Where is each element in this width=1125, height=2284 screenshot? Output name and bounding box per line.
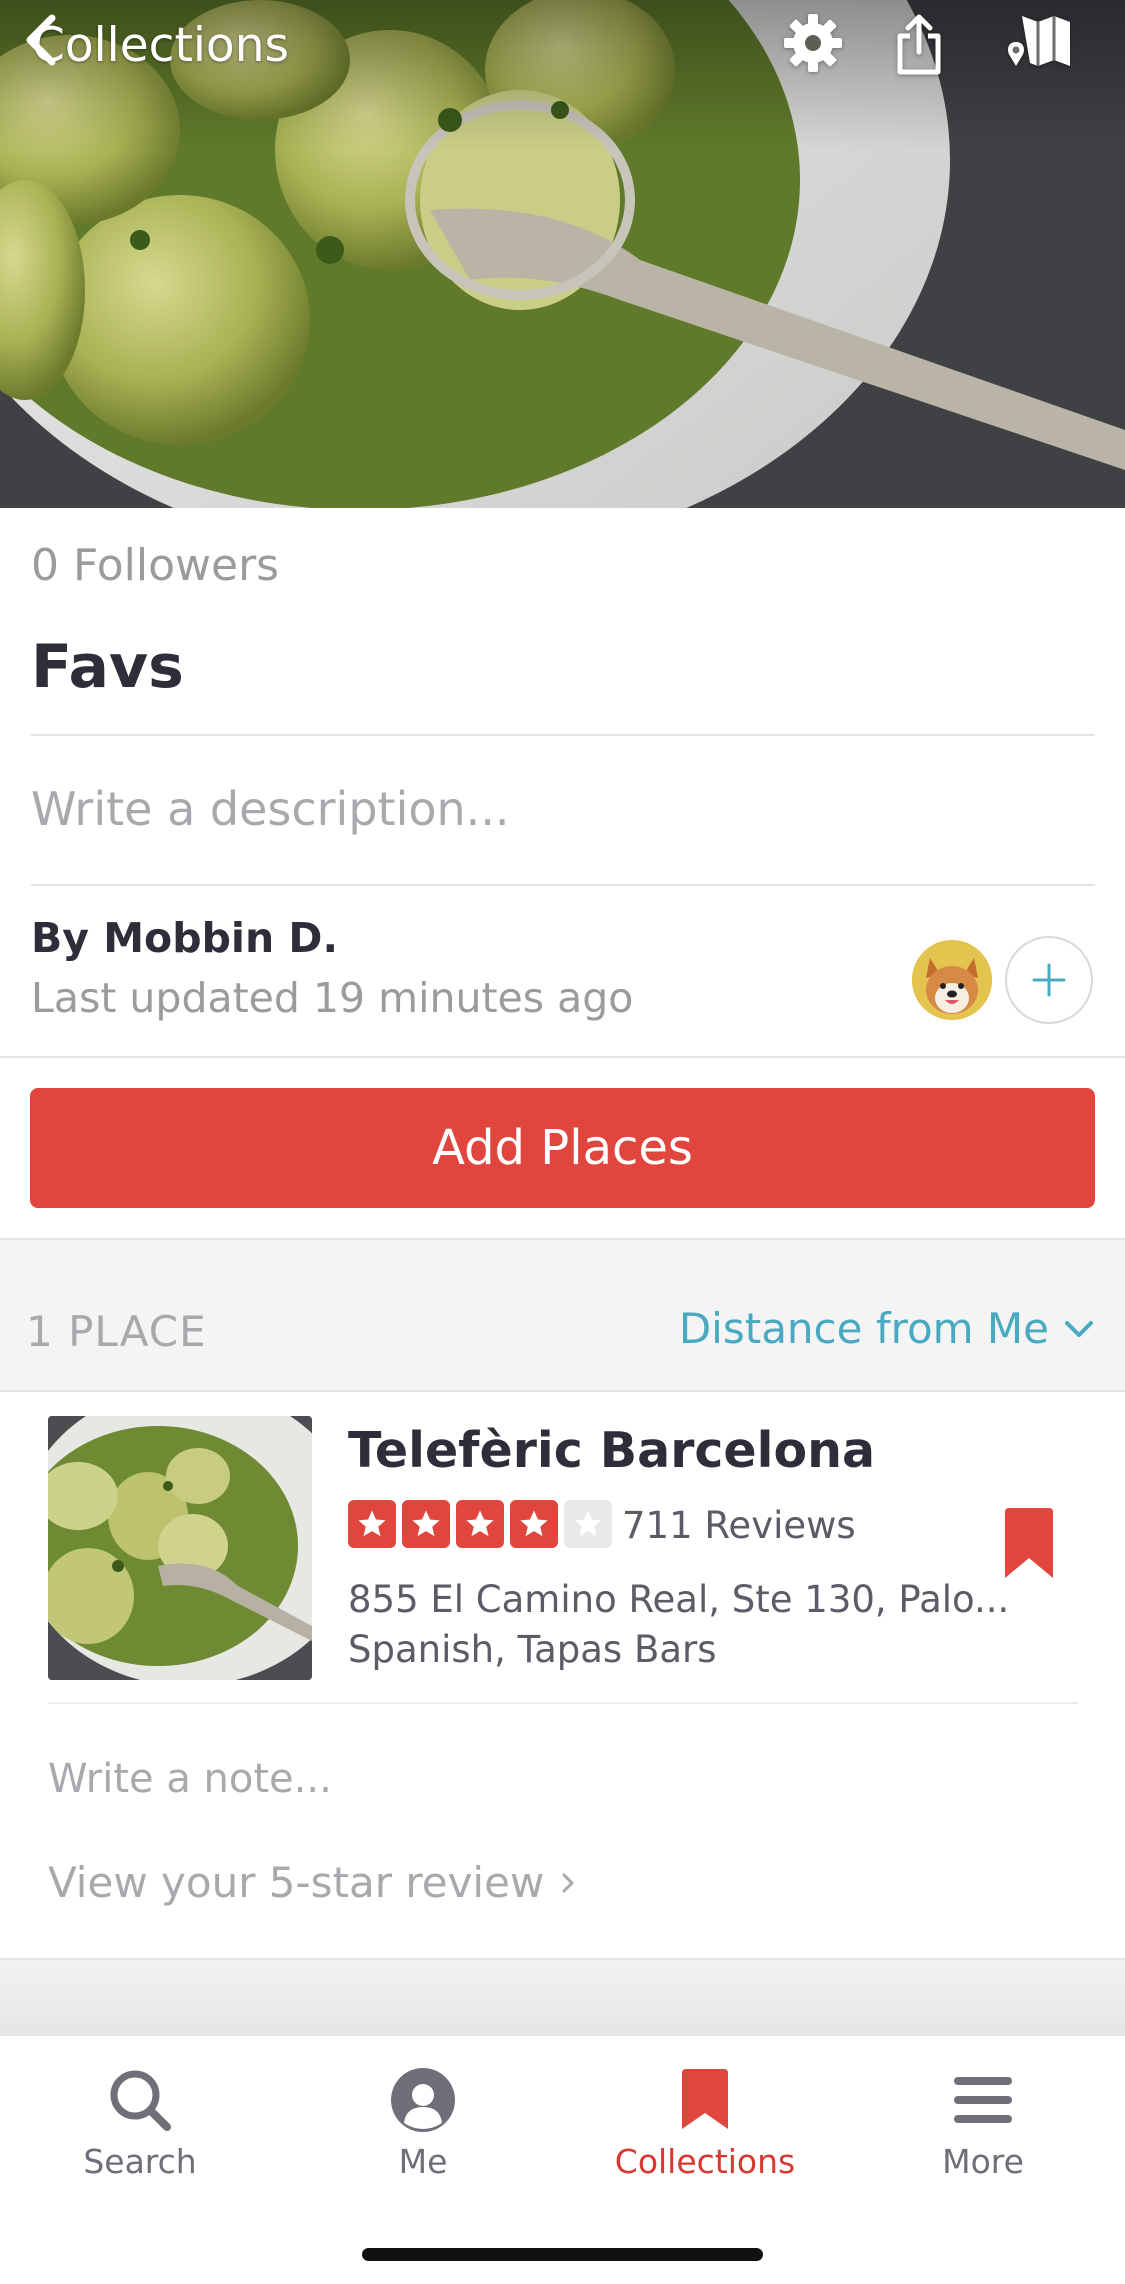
divider <box>0 1056 1125 1058</box>
view-review-label: View your 5-star review <box>48 1858 545 1907</box>
view-review-link[interactable]: View your 5-star review <box>48 1858 576 1907</box>
settings-gear-icon <box>784 14 842 72</box>
tab-label: Collections <box>614 2142 796 2181</box>
menu-icon <box>954 2077 1012 2123</box>
tab-search[interactable]: Search <box>40 2064 240 2181</box>
divider <box>31 884 1095 886</box>
chevron-right-icon <box>562 1873 574 1892</box>
map-icon <box>1008 16 1070 66</box>
place-count: 1 PLACE <box>26 1307 207 1356</box>
place-thumbnail[interactable] <box>48 1416 312 1680</box>
chevron-down-icon <box>1065 1320 1093 1337</box>
place-categories: Spanish, Tapas Bars <box>348 1628 717 1671</box>
collection-title[interactable]: Favs <box>31 632 184 702</box>
star-icon-empty <box>564 1500 612 1548</box>
tab-bar: Search Me Collections More <box>0 2034 1125 2284</box>
list-footer <box>0 1958 1125 2034</box>
cover-photo: Collections <box>0 0 1125 508</box>
share-button[interactable] <box>894 12 966 80</box>
sort-label: Distance from Me <box>678 1304 1049 1353</box>
profile-icon <box>391 2068 455 2132</box>
bookmark-button[interactable] <box>1003 1508 1055 1584</box>
map-button[interactable] <box>1004 12 1076 80</box>
tab-collections[interactable]: Collections <box>605 2064 805 2181</box>
place-name[interactable]: Telefèric Barcelona <box>348 1422 875 1479</box>
star-icon-filled <box>510 1500 558 1548</box>
share-icon <box>897 14 941 75</box>
back-button[interactable]: Collections <box>18 10 289 80</box>
star-icon-filled <box>456 1500 504 1548</box>
note-field[interactable]: Write a note... <box>48 1756 332 1802</box>
chevron-left-icon <box>26 14 56 66</box>
back-label: Collections <box>32 17 289 73</box>
star-icon-filled <box>348 1500 396 1548</box>
star-rating <box>348 1500 618 1548</box>
sort-dropdown[interactable]: Distance from Me <box>679 1304 1095 1353</box>
author-name: By Mobbin D. <box>31 914 339 962</box>
home-indicator <box>362 2248 763 2261</box>
place-photo <box>48 1416 312 1680</box>
last-updated: Last updated 19 minutes ago <box>31 974 634 1022</box>
divider <box>31 734 1095 736</box>
bookmark-icon <box>682 2069 728 2129</box>
tab-label: More <box>942 2142 1024 2181</box>
place-address: 855 El Camino Real, Ste 130, Palo... <box>348 1578 1010 1621</box>
avatar[interactable] <box>912 940 992 1020</box>
tab-label: Search <box>83 2142 197 2181</box>
settings-button[interactable] <box>782 12 854 80</box>
add-collaborator-button[interactable] <box>1005 936 1093 1024</box>
tab-me[interactable]: Me <box>323 2064 523 2181</box>
divider <box>48 1702 1078 1704</box>
description-field[interactable]: Write a description... <box>31 782 510 836</box>
star-icon-filled <box>402 1500 450 1548</box>
search-icon <box>110 2070 171 2131</box>
add-places-button[interactable]: Add Places <box>30 1088 1095 1208</box>
tab-more[interactable]: More <box>883 2064 1083 2181</box>
followers-count: 0 Followers <box>31 540 280 591</box>
bookmark-icon <box>1005 1508 1053 1578</box>
plus-icon <box>1032 963 1066 997</box>
tab-label: Me <box>398 2142 448 2181</box>
dog-avatar-image <box>912 940 992 1020</box>
review-count: 711 Reviews <box>622 1504 856 1547</box>
